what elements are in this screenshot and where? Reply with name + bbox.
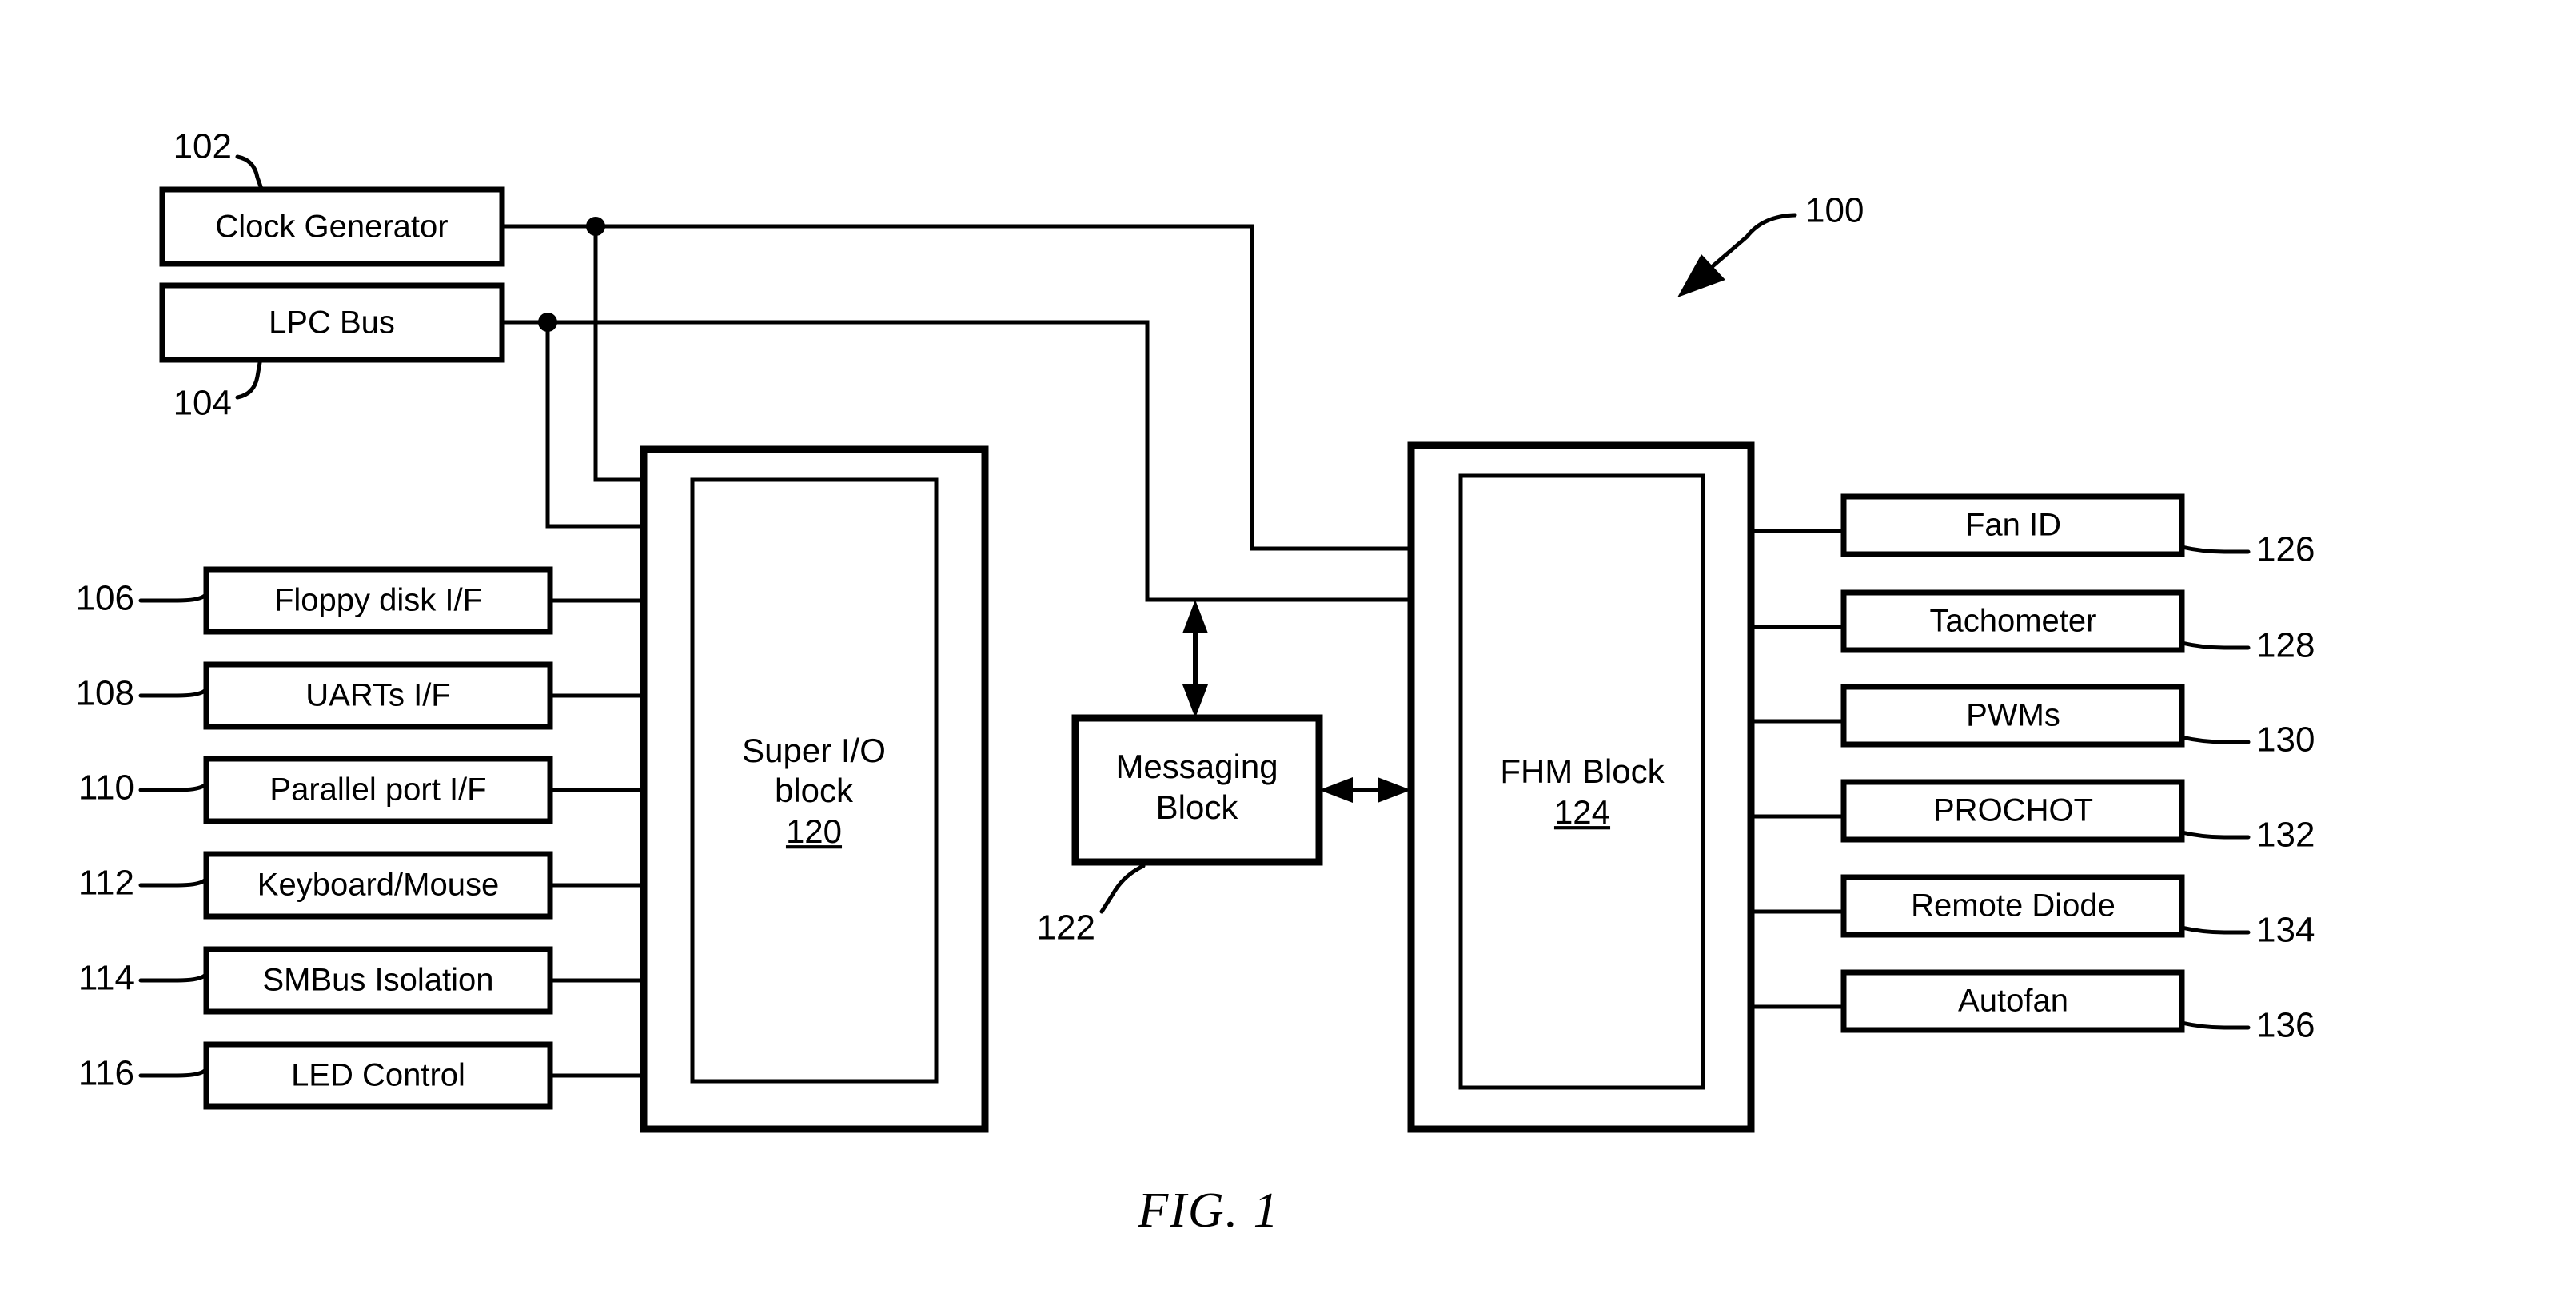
ref-number-104: 104	[173, 384, 232, 423]
leader-ref-130	[2179, 735, 2251, 744]
leader-ref-126	[2179, 545, 2251, 554]
messaging-block[interactable]: Messaging Block	[1071, 714, 1323, 866]
leader-ref-128	[2179, 641, 2251, 650]
ref-number-134: 134	[2256, 911, 2315, 950]
uarts-if-label: UARTs I/F	[305, 678, 451, 713]
super-io-refnum: 120	[786, 812, 842, 850]
leader-ref-122	[1099, 864, 1146, 914]
parallel-port-if-label: Parallel port I/F	[269, 772, 486, 808]
clock-generator-label: Clock Generator	[215, 210, 448, 245]
prochot-block[interactable]: PROCHOT	[1840, 779, 2185, 843]
clock-generator-block[interactable]: Clock Generator	[159, 186, 505, 267]
super-io-block[interactable]: Super I/O block 120	[640, 445, 989, 1133]
patent-figure-1: Clock Generator 102 LPC Bus 104 Floppy d…	[0, 0, 2576, 1305]
junction-dot-clock	[586, 217, 605, 236]
leader-ref-134	[2179, 925, 2251, 935]
tachometer-label: Tachometer	[1930, 604, 2097, 639]
floppy-disk-if-label: Floppy disk I/F	[274, 583, 482, 618]
autofan-label: Autofan	[1958, 984, 2068, 1019]
ref-number-122: 122	[1037, 908, 1095, 948]
ref-number-128: 128	[2256, 626, 2315, 665]
leader-ref-106	[138, 593, 207, 603]
fan-id-block[interactable]: Fan ID	[1840, 493, 2185, 557]
lpc-bus-block[interactable]: LPC Bus	[159, 282, 505, 363]
ref-number-114: 114	[78, 959, 134, 998]
junction-dot-lpc	[538, 313, 557, 332]
keyboard-mouse-label: Keyboard/Mouse	[257, 868, 499, 903]
ref-number-108: 108	[76, 674, 134, 713]
leader-ref-108	[138, 688, 207, 698]
leader-ref-110	[138, 783, 207, 792]
pwms-label: PWMs	[1966, 698, 2060, 733]
figure-caption: FIG. 1	[1137, 1183, 1279, 1238]
fhm-block-title: FHM Block	[1500, 752, 1665, 790]
led-control-label: LED Control	[291, 1058, 465, 1093]
ref-number-136: 136	[2256, 1006, 2315, 1045]
lpc-bus-label: LPC Bus	[269, 305, 395, 341]
prochot-label: PROCHOT	[1933, 793, 2093, 828]
ref-number-112: 112	[78, 864, 134, 903]
floppy-disk-if-block[interactable]: Floppy disk I/F	[203, 566, 553, 635]
messaging-block-title-line1: Messaging	[1115, 748, 1278, 785]
leader-ref-112	[138, 878, 207, 888]
system-ref-leader	[1677, 213, 1797, 297]
ref-number-126: 126	[2256, 530, 2315, 569]
parallel-port-if-block[interactable]: Parallel port I/F	[203, 756, 553, 824]
smbus-isolation-block[interactable]: SMBus Isolation	[203, 946, 553, 1015]
fhm-block[interactable]: FHM Block 124	[1407, 441, 1755, 1133]
leader-ref-116	[138, 1068, 207, 1078]
wire-clock-to-superio	[593, 224, 646, 482]
ref-number-132: 132	[2256, 816, 2315, 855]
keyboard-mouse-block[interactable]: Keyboard/Mouse	[203, 851, 553, 920]
ref-number-106: 106	[76, 579, 134, 618]
super-io-title-line1: Super I/O	[742, 732, 886, 769]
ref-number-130: 130	[2256, 720, 2315, 760]
led-control-block[interactable]: LED Control	[203, 1041, 553, 1110]
pwms-block[interactable]: PWMs	[1840, 684, 2185, 748]
super-io-title-line2: block	[775, 772, 854, 809]
remote-diode-block[interactable]: Remote Diode	[1840, 874, 2185, 938]
leader-ref-102	[235, 154, 264, 191]
uarts-if-block[interactable]: UARTs I/F	[203, 661, 553, 730]
leader-ref-136	[2179, 1020, 2251, 1030]
ref-number-116: 116	[78, 1054, 134, 1093]
ref-number-102: 102	[173, 127, 232, 166]
remote-diode-label: Remote Diode	[1911, 888, 2115, 924]
block-diagram-canvas: Clock Generator 102 LPC Bus 104 Floppy d…	[76, 127, 2315, 1239]
ref-number-110: 110	[78, 768, 134, 808]
leader-ref-114	[138, 973, 207, 983]
arrow-messaging-fhm-bidirectional	[1319, 777, 1411, 803]
fhm-block-refnum: 124	[1554, 793, 1610, 831]
smbus-isolation-label: SMBus Isolation	[262, 963, 493, 998]
messaging-block-title-line2: Block	[1156, 788, 1239, 826]
tachometer-block[interactable]: Tachometer	[1840, 589, 2185, 653]
ref-number-100: 100	[1805, 191, 1864, 230]
leader-ref-132	[2179, 830, 2251, 840]
autofan-block[interactable]: Autofan	[1840, 969, 2185, 1033]
arrow-lpc-messaging-bidirectional	[1182, 600, 1208, 718]
fan-id-label: Fan ID	[1965, 508, 2061, 543]
